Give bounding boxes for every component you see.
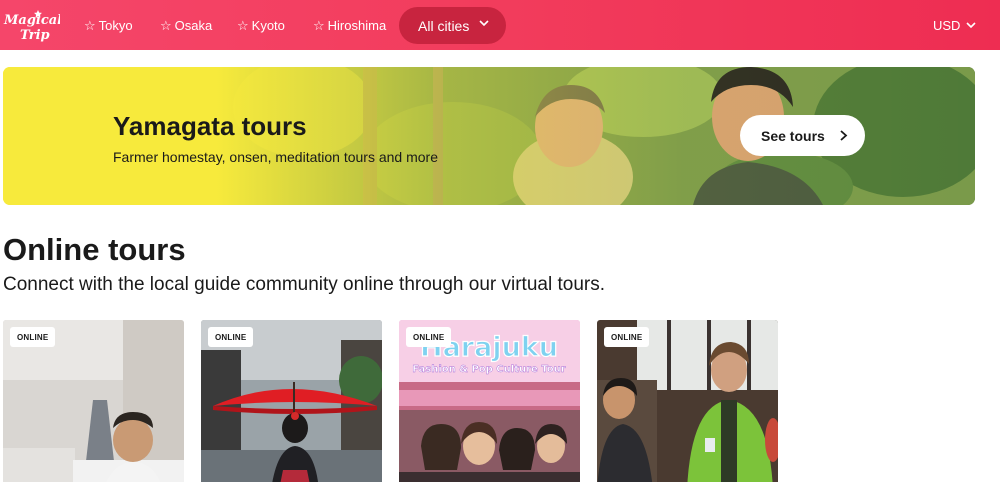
online-badge: ONLINE <box>10 327 56 347</box>
nav-link-label: Osaka <box>174 17 213 33</box>
online-tour-card[interactable]: ONLINE <box>3 320 184 482</box>
nav-link-osaka[interactable]: ☆ Osaka <box>160 0 212 50</box>
currency-selector[interactable]: USD <box>933 0 977 50</box>
magical-trip-logo[interactable]: Magical Trip <box>2 7 60 43</box>
banner-subtitle: Farmer homestay, onsen, meditation tours… <box>113 149 439 165</box>
star-icon: ☆ <box>84 17 96 33</box>
online-tours-heading: Online tours <box>3 232 186 267</box>
star-icon: ☆ <box>160 17 172 33</box>
online-badge: ONLINE <box>406 327 452 347</box>
chevron-down-icon <box>479 20 489 27</box>
banner-title: Yamagata tours <box>113 111 307 141</box>
chevron-right-icon <box>840 130 848 141</box>
currency-label: USD <box>933 17 961 33</box>
nav-link-label: Hiroshima <box>327 17 387 33</box>
yamagata-banner[interactable]: Yamagata tours Farmer homestay, onsen, m… <box>3 67 975 205</box>
online-tours-description: Connect with the local guide community o… <box>3 274 605 295</box>
star-icon: ☆ <box>237 17 249 33</box>
top-navbar: Magical Trip ☆ Tokyo ☆ Osaka ☆ Kyoto ☆ H… <box>0 0 1000 50</box>
see-tours-label: See tours <box>761 127 825 144</box>
nav-link-label: Tokyo <box>98 17 133 33</box>
nav-link-label: Kyoto <box>251 17 285 33</box>
online-tour-card[interactable]: ONLINE <box>201 320 382 482</box>
all-cities-label: All cities <box>418 17 470 34</box>
online-tour-card[interactable]: Harajuku Fashion & Pop Culture Tour ONLI… <box>399 320 580 482</box>
harajuku-overlay-subtitle: Fashion & Pop Culture Tour <box>412 364 565 375</box>
nav-link-hiroshima[interactable]: ☆ Hiroshima <box>313 0 386 50</box>
online-badge: ONLINE <box>604 327 650 347</box>
see-tours-button[interactable]: See tours <box>740 115 865 156</box>
star-icon: ☆ <box>313 17 325 33</box>
online-tour-card[interactable]: ONLINE <box>597 320 778 482</box>
svg-text:Trip: Trip <box>20 28 50 43</box>
online-badge: ONLINE <box>208 327 254 347</box>
chevron-down-icon <box>966 22 977 29</box>
nav-link-kyoto[interactable]: ☆ Kyoto <box>237 0 285 50</box>
all-cities-dropdown[interactable]: All cities <box>399 7 506 44</box>
nav-link-tokyo[interactable]: ☆ Tokyo <box>84 0 133 50</box>
svg-text:Magical: Magical <box>3 13 60 28</box>
